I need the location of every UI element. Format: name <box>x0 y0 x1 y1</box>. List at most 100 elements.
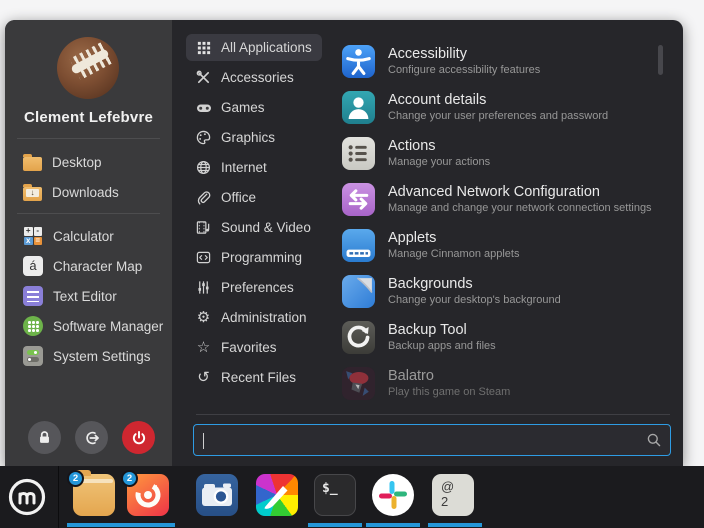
code-icon <box>195 249 212 266</box>
category-label: Administration <box>221 310 307 325</box>
menu-sidebar: Clement Lefebvre Desktop ↓ Downloads +- … <box>5 20 172 466</box>
app-subtitle: Change your desktop's background <box>388 293 561 307</box>
sidebar-item-system-settings[interactable]: System Settings <box>19 342 168 370</box>
text-editor-icon <box>23 286 43 306</box>
taskbar-panel: 2 2 $_ @ 2 <box>0 466 704 528</box>
sidebar-item-desktop[interactable]: Desktop <box>19 148 168 176</box>
app-actions[interactable]: Actions Manage your actions <box>340 130 662 176</box>
search-input[interactable] <box>202 433 646 448</box>
sidebar-divider <box>17 138 160 139</box>
category-office[interactable]: Office <box>186 184 266 211</box>
running-indicator-terminal <box>308 523 362 527</box>
history-clock-icon: ↺ <box>195 369 212 386</box>
taskbar-terminal-button[interactable]: $_ <box>314 474 356 516</box>
gamepad-icon <box>195 99 212 116</box>
category-administration[interactable]: ⚙ Administration <box>186 304 317 331</box>
lock-button[interactable] <box>28 421 61 454</box>
logout-button[interactable] <box>75 421 108 454</box>
category-accessories[interactable]: Accessories <box>186 64 304 91</box>
camera-icon <box>196 474 238 516</box>
application-list: Accessibility Configure accessibility fe… <box>340 38 662 416</box>
category-label: Favorites <box>221 340 277 355</box>
tools-icon <box>195 69 212 86</box>
category-label: Recent Files <box>221 370 296 385</box>
app-balatro[interactable]: Balatro Play this game on Steam <box>340 360 662 406</box>
character-map-icon: á <box>23 256 43 276</box>
category-graphics[interactable]: Graphics <box>186 124 285 151</box>
category-preferences[interactable]: Preferences <box>186 274 304 301</box>
app-subtitle: Play this game on Steam <box>388 385 510 399</box>
app-title: Applets <box>388 230 519 247</box>
balatro-icon <box>342 367 375 400</box>
lock-icon <box>36 429 53 446</box>
sidebar-item-label: Desktop <box>52 155 102 170</box>
taskbar-krita-button[interactable] <box>256 474 298 516</box>
sidebar-item-software-manager[interactable]: Software Manager <box>19 312 168 340</box>
slack-icon <box>372 474 414 516</box>
taskbar-files-button[interactable]: 2 <box>73 474 115 516</box>
app-advanced-network-configuration[interactable]: Advanced Network Configuration Manage an… <box>340 176 662 222</box>
category-sound-video[interactable]: Sound & Video <box>186 214 321 241</box>
app-account-details[interactable]: Account details Change your user prefere… <box>340 84 662 130</box>
system-settings-icon <box>23 346 43 366</box>
running-indicator-mail <box>428 523 482 527</box>
app-applets[interactable]: Applets Manage Cinnamon applets <box>340 222 662 268</box>
sidebar-divider <box>17 213 160 214</box>
category-recent-files[interactable]: ↺ Recent Files <box>186 364 306 391</box>
files-badge: 2 <box>67 470 84 487</box>
accessibility-icon <box>342 45 375 78</box>
category-label: Programming <box>221 250 302 265</box>
category-favorites[interactable]: ☆ Favorites <box>186 334 287 361</box>
backgrounds-icon <box>342 275 375 308</box>
application-menu: Clement Lefebvre Desktop ↓ Downloads +- … <box>5 20 683 466</box>
category-label: Sound & Video <box>221 220 311 235</box>
scrollbar-thumb[interactable] <box>658 45 663 75</box>
user-avatar[interactable] <box>57 37 119 99</box>
sliders-icon <box>195 279 212 296</box>
sidebar-item-downloads[interactable]: ↓ Downloads <box>19 178 168 206</box>
actions-icon <box>342 137 375 170</box>
app-backgrounds[interactable]: Backgrounds Change your desktop's backgr… <box>340 268 662 314</box>
mail-at-symbol: @ <box>441 479 474 494</box>
search-icon <box>646 432 662 448</box>
category-internet[interactable]: Internet <box>186 154 277 181</box>
mint-logo-icon <box>7 477 47 517</box>
panel-separator <box>58 466 59 528</box>
app-subtitle: Manage Cinnamon applets <box>388 247 519 261</box>
taskbar-camera-button[interactable] <box>196 474 238 516</box>
app-title: Backgrounds <box>388 276 561 293</box>
app-title: Backup Tool <box>388 322 496 339</box>
account-details-icon <box>342 91 375 124</box>
category-list: All Applications Accessories Games <box>186 34 338 394</box>
power-button[interactable] <box>122 421 155 454</box>
software-manager-icon <box>23 316 43 336</box>
category-games[interactable]: Games <box>186 94 275 121</box>
app-subtitle: Configure accessibility features <box>388 63 540 77</box>
star-icon: ☆ <box>195 339 212 356</box>
app-subtitle: Manage and change your network connectio… <box>388 201 652 215</box>
app-title: Actions <box>388 138 490 155</box>
app-accessibility[interactable]: Accessibility Configure accessibility fe… <box>340 38 662 84</box>
app-title: Balatro <box>388 368 510 385</box>
sidebar-item-calculator[interactable]: +- x= Calculator <box>19 222 168 250</box>
mint-menu-button[interactable] <box>7 477 47 517</box>
user-name: Clement Lefebvre <box>5 109 172 126</box>
network-arrows-icon <box>342 183 375 216</box>
category-programming[interactable]: Programming <box>186 244 312 271</box>
sidebar-item-character-map[interactable]: á Character Map <box>19 252 168 280</box>
category-label: Graphics <box>221 130 275 145</box>
taskbar-slack-button[interactable] <box>372 474 414 516</box>
backup-tool-icon <box>342 321 375 354</box>
app-title: Advanced Network Configuration <box>388 184 652 201</box>
category-label: Games <box>221 100 265 115</box>
category-label: Preferences <box>221 280 294 295</box>
taskbar-mail-button[interactable]: @ 2 <box>432 474 474 516</box>
category-label: All Applications <box>221 40 312 55</box>
app-backup-tool[interactable]: Backup Tool Backup apps and files <box>340 314 662 360</box>
category-label: Office <box>221 190 256 205</box>
taskbar-firefox-button[interactable]: 2 <box>127 474 169 516</box>
sidebar-item-text-editor[interactable]: Text Editor <box>19 282 168 310</box>
category-all-applications[interactable]: All Applications <box>186 34 322 61</box>
gear-icon: ⚙ <box>195 309 212 326</box>
category-label: Internet <box>221 160 267 175</box>
